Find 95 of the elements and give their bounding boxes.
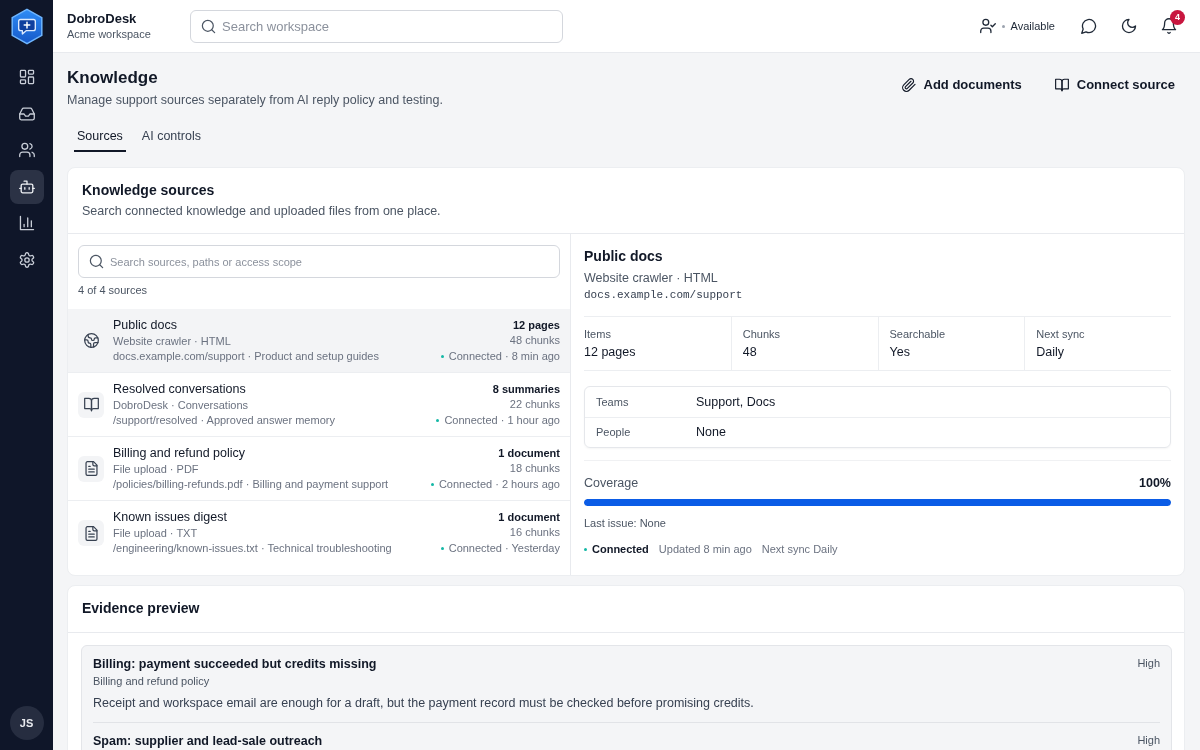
source-meta: DobroDesk · Conversations <box>113 397 250 413</box>
dashboard-icon <box>18 69 35 85</box>
inbox-icon <box>18 105 35 122</box>
source-size: 1 document <box>497 510 560 525</box>
source-status: Connected · 2 hours ago <box>438 476 560 492</box>
source-count: 4 of 4 sources <box>78 284 149 297</box>
stat-value: 48 <box>742 345 758 360</box>
chunk-count: 22 chunks <box>508 396 560 412</box>
action-button[interactable]: Connect source <box>1044 71 1185 98</box>
status-dot-icon <box>430 482 434 486</box>
section-subtitle: Search connected knowledge and uploaded files from one place. <box>82 204 442 219</box>
source-size: 1 document <box>497 445 560 461</box>
next-sync: Next sync Daily <box>761 543 838 556</box>
evidence-title: Billing: payment succeeded but credits missing <box>93 657 377 671</box>
chunk-count: 48 chunks <box>508 332 560 348</box>
logo-icon[interactable] <box>9 8 44 45</box>
sync-status: Connected <box>592 543 649 556</box>
priority-label: High <box>1137 657 1160 670</box>
coverage-value: 100% <box>1139 476 1171 491</box>
sidebar-nav-button[interactable] <box>9 169 44 204</box>
stat-label: Chunks <box>742 328 782 341</box>
action-button[interactable]: Add documents <box>891 71 1032 98</box>
source-size: 12 pages <box>511 317 560 333</box>
chunk-count: 18 chunks <box>508 460 560 476</box>
search-icon <box>89 254 104 269</box>
workspace-name: Acme workspace <box>67 28 152 41</box>
user-avatar[interactable]: JS <box>9 706 44 740</box>
chat-icon <box>1081 18 1097 34</box>
status-dot-icon <box>1001 24 1005 28</box>
status-dot-icon <box>584 548 587 551</box>
stat-value: Daily <box>1036 345 1066 360</box>
users-icon <box>18 142 35 158</box>
source-meta: File upload · TXT <box>113 526 199 541</box>
source-title: Resolved conversations <box>113 381 247 397</box>
file-icon <box>78 455 104 482</box>
source-status: Connected · 1 hour ago <box>444 412 560 428</box>
coverage-label: Coverage <box>584 476 639 491</box>
user-check-icon <box>979 18 996 34</box>
source-path: /policies/billing-refunds.pdf · Billing and payment support <box>113 476 390 492</box>
source-meta: File upload · PDF <box>113 461 200 477</box>
status-dot-icon <box>436 418 440 422</box>
paperclip-icon <box>901 77 916 92</box>
tab[interactable]: AI controls <box>138 122 204 152</box>
access-value: None <box>696 424 726 442</box>
availability-button[interactable]: Available <box>979 13 1055 39</box>
detail-meta: Website crawler · HTML <box>584 271 719 286</box>
evidence-title: Spam: supplier and lead-sale outreach <box>93 734 323 748</box>
detail-url: docs.example.com/support <box>584 288 744 302</box>
stat-value: 12 pages <box>584 345 637 360</box>
bar-chart-icon <box>18 215 35 231</box>
status-dot-icon <box>440 547 444 550</box>
search-field[interactable]: Search workspace <box>190 9 563 43</box>
bell-icon <box>1161 18 1177 34</box>
detail-title: Public docs <box>584 248 664 265</box>
last-issue: Last issue: None <box>584 517 667 530</box>
priority-label: High <box>1137 734 1160 747</box>
status-dot-icon <box>440 354 444 358</box>
evidence-text: Receipt and workspace email are enough for a draft, but the payment record must be checked before promising credits. <box>93 696 755 711</box>
source-status: Connected · Yesterday <box>448 541 560 556</box>
evidence-source: Billing and refund policy <box>93 675 211 688</box>
notifications-button[interactable]: 4 <box>1154 11 1184 41</box>
chunk-count: 16 chunks <box>508 525 560 540</box>
source-path: /engineering/known-issues.txt · Technical troubleshooting <box>113 541 393 556</box>
access-value: Support, Docs <box>696 393 776 411</box>
source-status: Connected · 8 min ago <box>448 348 560 364</box>
book-icon <box>1054 77 1069 92</box>
source-list-item[interactable]: Public docs Website crawler · HTML docs.example.com/support · Product and setup guides 12 pages 48 chunks Connected · 8 min ago <box>68 309 570 373</box>
brand-name: DobroDesk <box>67 11 138 26</box>
search-icon <box>201 18 216 34</box>
section-title: Evidence preview <box>82 600 201 617</box>
source-title: Public docs <box>113 317 178 333</box>
robot-icon <box>18 178 35 195</box>
source-title: Known issues digest <box>113 510 228 525</box>
updated-time: Updated 8 min ago <box>658 543 752 556</box>
access-label: Teams <box>596 394 630 410</box>
tab[interactable]: Sources <box>74 122 126 152</box>
book-icon <box>78 391 104 418</box>
access-label: People <box>596 425 632 441</box>
settings-icon <box>18 251 35 268</box>
notification-badge: 4 <box>1170 10 1185 25</box>
stat-label: Searchable <box>889 328 947 341</box>
stat-value: Yes <box>889 345 911 360</box>
source-size: 8 summaries <box>491 381 560 397</box>
source-meta: Website crawler · HTML <box>113 333 232 349</box>
moon-icon <box>1121 18 1137 34</box>
page-subtitle: Manage support sources separately from AI reply policy and testing. <box>67 93 443 108</box>
stat-label: Next sync <box>1036 328 1086 341</box>
search-field[interactable]: Search sources, paths or access scope <box>78 245 560 278</box>
source-title: Billing and refund policy <box>113 445 247 461</box>
section-title: Knowledge sources <box>82 182 216 199</box>
source-path: docs.example.com/support · Product and setup guides <box>113 348 380 364</box>
page-title: Knowledge <box>67 67 159 89</box>
source-path: /support/resolved · Approved answer memory <box>113 412 336 428</box>
stat-label: Items <box>584 328 612 341</box>
file-icon <box>78 520 104 546</box>
